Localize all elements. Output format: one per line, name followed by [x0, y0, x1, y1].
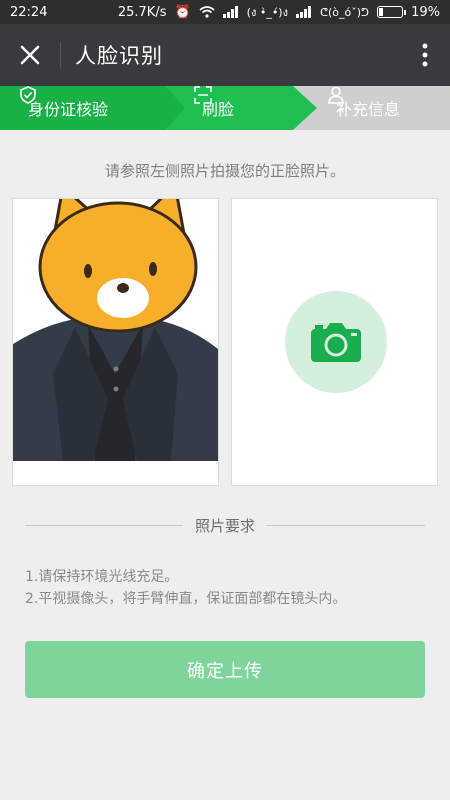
more-button[interactable] — [400, 24, 450, 86]
more-vertical-icon — [422, 43, 428, 67]
signal-icon-2 — [295, 6, 312, 18]
instruction-text: 请参照左侧照片拍摄您的正脸照片。 — [104, 162, 345, 180]
step-extra-info: 补充信息 — [328, 86, 400, 130]
sample-photo — [13, 199, 218, 461]
user-icon — [328, 86, 344, 104]
appbar-divider — [60, 42, 61, 68]
face-scan-icon — [194, 86, 212, 104]
photo-requirements-header: 照片要求 — [25, 514, 426, 536]
emoticon-text-2: ᕦ(ò_óˇ)ᕤ — [319, 5, 370, 19]
requirement-item: 1.请保持环境光线充足。 — [25, 569, 179, 585]
divider-line — [267, 524, 426, 526]
requirements-title: 照片要求 — [195, 516, 256, 535]
camera-icon — [311, 323, 361, 362]
step-label: 身份证核验 — [28, 100, 109, 119]
page-title: 人脸识别 — [75, 44, 163, 68]
requirement-item: 2.平视摄像头，将手臂伸直，保证面部都在镜头内。 — [25, 591, 347, 607]
wifi-icon — [199, 6, 215, 18]
sample-photo-card — [12, 198, 219, 486]
battery-icon — [377, 6, 407, 18]
close-icon — [20, 45, 40, 65]
cartoon-face-sticker — [38, 199, 198, 333]
battery-percent: 19% — [411, 4, 440, 20]
step-progress: 身份证核验 刷脸 补充信息 — [0, 86, 450, 130]
capture-photo-card[interactable] — [231, 198, 438, 486]
emoticon-text-1: (ง •̀_•́)ง — [246, 6, 288, 19]
divider-line — [25, 524, 183, 526]
step-id-verify: 身份证核验 — [20, 86, 108, 130]
close-button[interactable] — [0, 24, 60, 86]
status-time: 22:24 — [10, 4, 48, 20]
camera-button[interactable] — [285, 291, 387, 393]
signal-icon — [222, 6, 239, 18]
alarm-icon: ⏰ — [174, 4, 191, 20]
app-bar: 人脸识别 — [0, 24, 450, 86]
step-label: 补充信息 — [336, 100, 401, 119]
requirements-list: 1.请保持环境光线充足。 2.平视摄像头，将手臂伸直，保证面部都在镜头内。 — [25, 566, 435, 610]
status-bar: 22:24 25.7K/s ⏰ (ง •̀_•́)ง ᕦ(ò_óˇ)ᕤ 19% — [0, 0, 450, 24]
step-face-scan: 刷脸 — [194, 86, 234, 130]
net-speed: 25.7K/s — [117, 4, 167, 20]
shield-icon — [20, 86, 36, 104]
confirm-upload-button[interactable]: 确定上传 — [25, 641, 425, 698]
